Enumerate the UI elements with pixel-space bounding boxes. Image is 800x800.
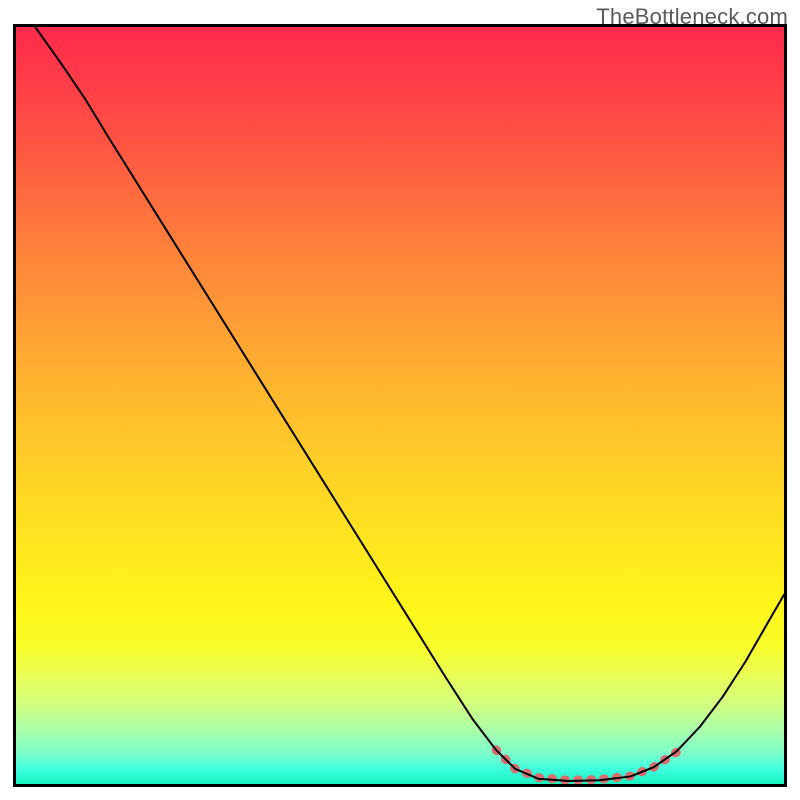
plot-area [13, 24, 787, 787]
curve-line [35, 27, 784, 781]
optimal-zone-line [496, 750, 676, 780]
chart-container: TheBottleneck.com [0, 0, 800, 800]
chart-overlay [16, 27, 784, 784]
